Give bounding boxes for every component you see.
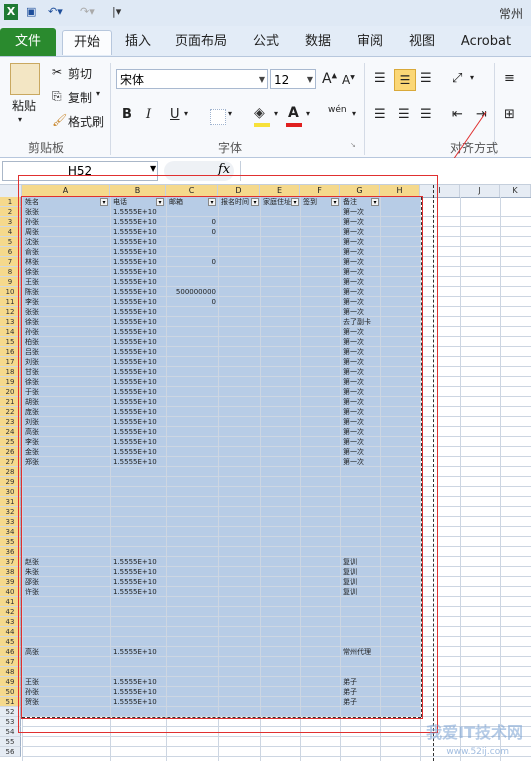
watermark: 我爱IT技术网 xyxy=(426,723,523,742)
page-break-line xyxy=(433,185,434,761)
row-header[interactable]: 55 xyxy=(0,737,21,747)
annotation-inner-box xyxy=(21,196,423,719)
row-header[interactable]: 56 xyxy=(0,747,21,757)
watermark-url: www.52ij.com xyxy=(446,747,509,757)
column-header-j[interactable]: J xyxy=(460,185,500,197)
page-break-line xyxy=(22,717,421,718)
name-box-dropdown-icon[interactable]: ▼ xyxy=(150,164,156,173)
page-break-line xyxy=(421,197,422,717)
column-header-k[interactable]: K xyxy=(500,185,531,197)
